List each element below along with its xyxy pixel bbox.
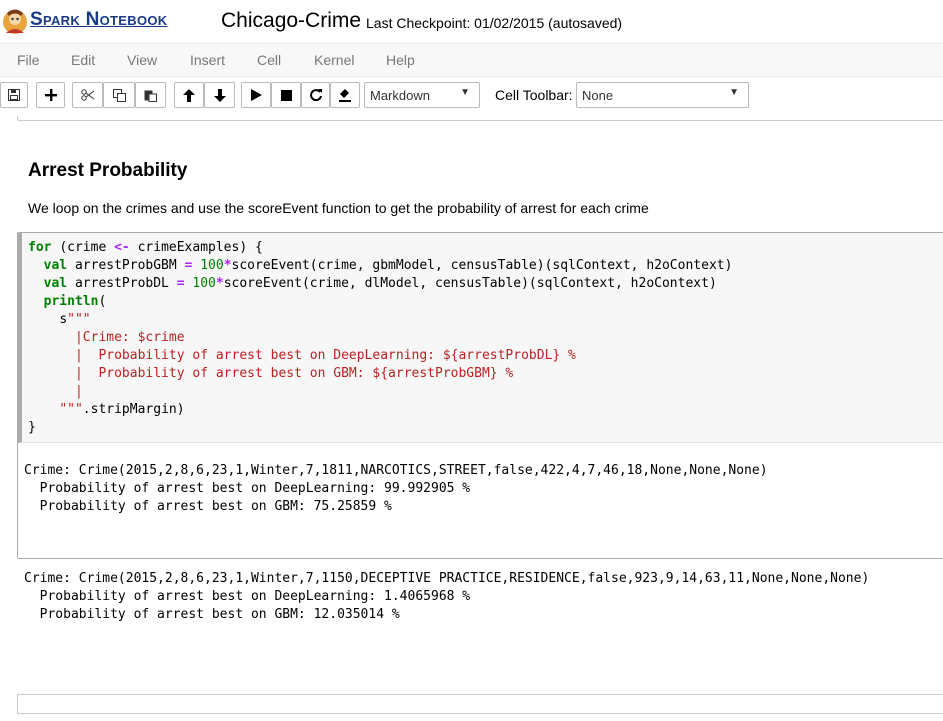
toolbar: Markdown ▼ Cell Toolbar: None ▼ xyxy=(0,77,943,115)
checkpoint-status: Last Checkpoint: 01/02/2015 (autosaved) xyxy=(366,15,623,31)
scissors-icon xyxy=(80,89,94,101)
cut-button[interactable] xyxy=(72,82,103,108)
interrupt-kernel-button[interactable] xyxy=(271,82,301,108)
run-cell-button[interactable] xyxy=(241,82,271,108)
notebook-header: Spark Notebook Chicago-Crime Last Checkp… xyxy=(0,0,943,42)
menu-bar: File Edit View Insert Cell Kernel Help xyxy=(0,43,943,77)
arrow-down-icon xyxy=(213,88,226,102)
refresh-icon xyxy=(309,89,322,101)
save-icon xyxy=(8,89,20,101)
code-cell[interactable]: for (crime <- crimeExamples) { val arres… xyxy=(17,232,943,622)
cell-type-select[interactable]: Markdown ▼ xyxy=(364,82,480,108)
previous-cell[interactable] xyxy=(17,116,943,121)
arrow-up-icon xyxy=(183,88,195,102)
insert-cell-button[interactable] xyxy=(36,82,65,108)
markdown-heading: Arrest Probability xyxy=(28,160,188,181)
copy-button[interactable] xyxy=(103,82,135,108)
next-cell[interactable] xyxy=(17,694,943,714)
menu-help[interactable]: Help xyxy=(386,52,415,68)
notebook-container[interactable]: Arrest Probability We loop on the crimes… xyxy=(0,116,943,721)
markdown-paragraph: We loop on the crimes and use the scoreE… xyxy=(28,200,649,216)
menu-file[interactable]: File xyxy=(17,52,40,68)
stop-icon xyxy=(280,89,292,101)
spark-notebook-logo-icon[interactable] xyxy=(2,7,28,35)
move-up-button[interactable] xyxy=(174,82,204,108)
copy-icon xyxy=(112,88,126,102)
caret-down-icon: ▼ xyxy=(729,87,739,98)
restart-kernel-button[interactable] xyxy=(301,82,330,108)
brand-link[interactable]: Spark Notebook xyxy=(30,9,167,31)
notebook-title[interactable]: Chicago-Crime xyxy=(221,9,361,33)
cell-toolbar-select[interactable]: None ▼ xyxy=(576,82,749,108)
paste-button[interactable] xyxy=(135,82,166,108)
cell-output-area: Crime: Crime(2015,2,8,6,23,1,Winter,7,18… xyxy=(18,444,943,622)
menu-view[interactable]: View xyxy=(127,52,157,68)
eraser-icon xyxy=(339,88,351,102)
cell-output-text: Crime: Crime(2015,2,8,6,23,1,Winter,7,18… xyxy=(24,463,870,622)
cell-type-value: Markdown xyxy=(370,88,430,103)
save-button[interactable] xyxy=(0,82,28,108)
clear-output-button[interactable] xyxy=(330,82,360,108)
plus-icon xyxy=(44,89,57,101)
menu-insert[interactable]: Insert xyxy=(190,52,225,68)
menu-kernel[interactable]: Kernel xyxy=(314,52,354,68)
menu-edit[interactable]: Edit xyxy=(71,52,95,68)
play-icon xyxy=(250,89,262,101)
cell-toolbar-label: Cell Toolbar: xyxy=(495,87,573,103)
cell-toolbar-value: None xyxy=(582,88,614,103)
menu-cell[interactable]: Cell xyxy=(257,52,281,68)
code-editor[interactable]: for (crime <- crimeExamples) { val arres… xyxy=(28,239,732,437)
move-down-button[interactable] xyxy=(204,82,235,108)
code-input-area[interactable]: for (crime <- crimeExamples) { val arres… xyxy=(18,233,943,443)
caret-down-icon: ▼ xyxy=(460,87,470,98)
paste-icon xyxy=(144,90,157,102)
